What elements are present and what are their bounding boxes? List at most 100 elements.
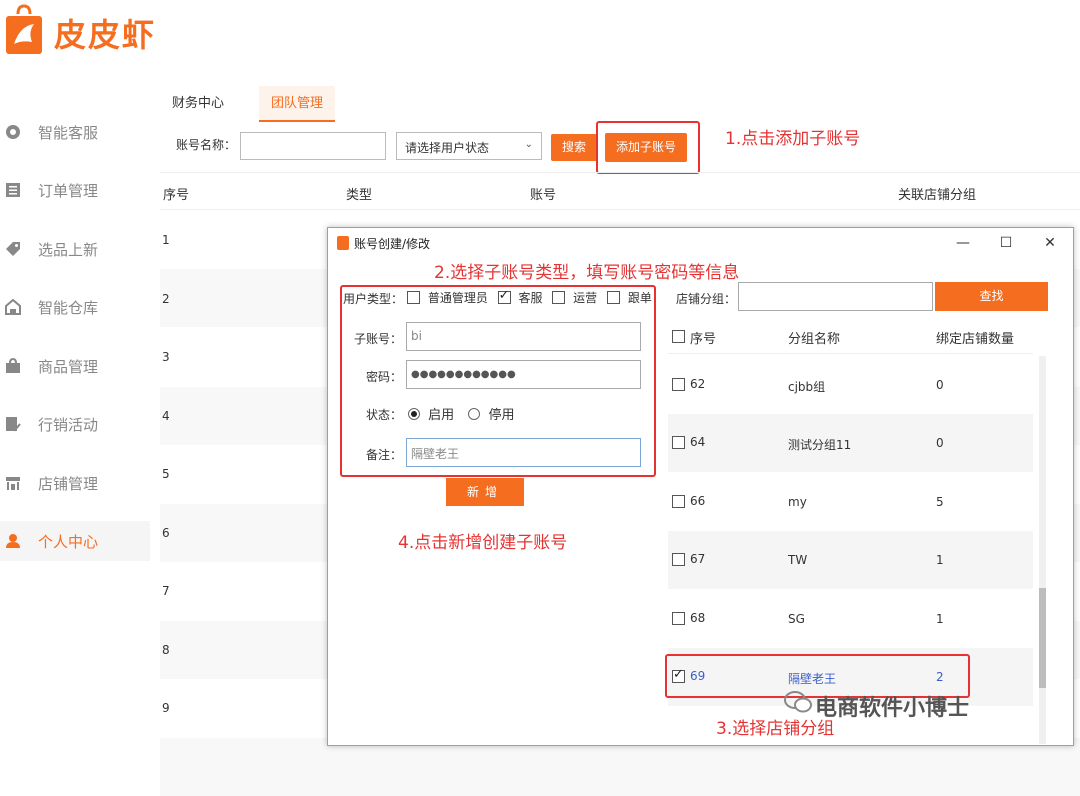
user-type-label: 用户类型： xyxy=(343,292,404,306)
user-status-select-text: 请选择用户状态 xyxy=(405,141,490,155)
sidebar-item-products[interactable]: 商品管理 xyxy=(0,346,150,386)
annotation-step1: 1.点击添加子账号 xyxy=(725,129,861,149)
group-no: 67 xyxy=(690,552,706,566)
sidebar-item-marketing[interactable]: 行销活动 xyxy=(0,404,150,444)
close-button[interactable]: ✕ xyxy=(1030,230,1070,256)
sidebar-item-smart-service[interactable]: 智能客服 xyxy=(0,112,150,152)
account-name-label: 账号名称： xyxy=(176,138,237,152)
row-number: 2 xyxy=(162,292,170,306)
sidebar-item-orders[interactable]: 订单管理 xyxy=(0,170,150,210)
chevron-down-icon: ⌄ xyxy=(524,139,533,150)
checkbox-follow[interactable] xyxy=(607,291,621,304)
add-sub-account-button[interactable]: 添加子账号 xyxy=(605,133,687,162)
group-checkbox[interactable] xyxy=(672,553,685,566)
bag-icon xyxy=(5,358,21,374)
tab-bar: 财务中心 团队管理 xyxy=(160,86,1080,124)
group-row[interactable]: 68 SG 1 xyxy=(668,590,1033,648)
row-number: 5 xyxy=(162,467,170,481)
group-no: 62 xyxy=(690,377,706,391)
checkbox-admin[interactable] xyxy=(407,291,420,304)
group-count: 0 xyxy=(936,378,944,392)
sidebar-item-label: 店铺管理 xyxy=(38,474,99,493)
col-type: 类型 xyxy=(346,188,373,203)
account-name-input[interactable] xyxy=(240,132,386,160)
checkbox-operation[interactable] xyxy=(552,291,566,304)
col-account: 账号 xyxy=(530,188,557,203)
note-label: 备注： xyxy=(365,448,402,462)
group-no: 64 xyxy=(690,435,706,449)
status-options: 启用 停用 xyxy=(408,404,514,423)
sidebar-item-label: 个人中心 xyxy=(38,532,99,551)
note-input[interactable]: 隔壁老王 xyxy=(406,438,641,467)
group-name: SG xyxy=(788,612,805,626)
radio-disabled[interactable] xyxy=(468,408,481,420)
logo-icon xyxy=(6,4,42,54)
password-label: 密码： xyxy=(365,370,402,384)
tab-team[interactable]: 团队管理 xyxy=(259,86,336,122)
group-count: 5 xyxy=(936,495,944,509)
group-col-no: 序号 xyxy=(690,332,717,347)
watermark-text: 电商软件小博士 xyxy=(815,696,970,721)
group-count: 1 xyxy=(936,612,944,626)
row-number: 7 xyxy=(162,584,170,598)
status-enabled-label: 启用 xyxy=(428,408,455,423)
sub-account-input[interactable]: bi xyxy=(406,322,641,351)
minimize-button[interactable]: — xyxy=(943,230,983,256)
maximize-button[interactable]: ☐ xyxy=(986,230,1026,256)
store-icon xyxy=(5,475,21,491)
col-group: 关联店铺分组 xyxy=(898,188,977,203)
user-status-select[interactable]: 请选择用户状态 ⌄ xyxy=(396,132,542,160)
group-row[interactable]: 64 测试分组11 0 xyxy=(668,414,1033,472)
app-icon xyxy=(337,236,349,250)
table-row xyxy=(160,738,1080,796)
user-icon xyxy=(5,533,21,549)
group-row[interactable]: 62 cjbb组 0 xyxy=(668,356,1033,414)
search-button[interactable]: 搜索 xyxy=(551,134,597,161)
group-col-count: 绑定店铺数量 xyxy=(936,332,1015,347)
row-number: 4 xyxy=(162,409,170,423)
wechat-icon xyxy=(784,690,812,718)
scrollbar-thumb[interactable] xyxy=(1039,588,1046,688)
sidebar-item-warehouse[interactable]: 智能仓库 xyxy=(0,287,150,327)
group-checkbox[interactable] xyxy=(672,495,685,508)
group-checkbox[interactable] xyxy=(672,378,685,391)
checkbox-service[interactable] xyxy=(497,288,511,304)
group-search-input[interactable] xyxy=(738,282,933,311)
dialog-title: 账号创建/修改 xyxy=(354,237,431,251)
radio-enabled[interactable] xyxy=(408,408,420,420)
user-type-operation-label: 运营 xyxy=(573,291,598,305)
password-input[interactable]: ●●●●●●●●●●●● xyxy=(406,360,641,389)
sidebar-item-stores[interactable]: 店铺管理 xyxy=(0,463,150,503)
brand-name: 皮皮虾 xyxy=(54,16,157,54)
group-row[interactable]: 66 my 5 xyxy=(668,473,1033,531)
checkbox-select-all[interactable] xyxy=(672,330,685,343)
sidebar-item-label: 订单管理 xyxy=(38,181,99,200)
group-name: my xyxy=(788,495,807,509)
sidebar-item-label: 行销活动 xyxy=(38,415,99,434)
group-row[interactable]: 67 TW 1 xyxy=(668,531,1033,589)
user-type-service-label: 客服 xyxy=(518,291,543,305)
group-table-header: 序号 分组名称 绑定店铺数量 xyxy=(668,318,1033,354)
user-type-options: 普通管理员 客服 运营 跟单 xyxy=(407,288,652,306)
tab-finance[interactable]: 财务中心 xyxy=(160,86,236,122)
new-button[interactable]: 新增 xyxy=(446,478,524,506)
status-label: 状态： xyxy=(365,408,402,422)
find-button[interactable]: 查找 xyxy=(935,282,1048,311)
campaign-icon xyxy=(5,416,21,432)
sidebar-item-product-selection[interactable]: 选品上新 xyxy=(0,229,150,269)
group-checkbox[interactable] xyxy=(672,612,685,625)
sidebar-item-label: 选品上新 xyxy=(38,240,99,259)
sidebar-item-label: 商品管理 xyxy=(38,357,99,376)
group-checkbox[interactable] xyxy=(672,436,685,449)
group-col-name: 分组名称 xyxy=(788,332,841,347)
sub-account-label: 子账号： xyxy=(353,332,402,346)
account-dialog: 账号创建/修改 — ☐ ✕ 2.选择子账号类型，填写账号密码等信息 用户类型： … xyxy=(327,227,1074,746)
user-type-follow-label: 跟单 xyxy=(627,291,652,305)
chat-icon xyxy=(5,124,21,140)
group-name: TW xyxy=(788,553,808,567)
sidebar-item-personal-center[interactable]: 个人中心 xyxy=(0,521,150,561)
row-number: 6 xyxy=(162,526,170,540)
group-no: 68 xyxy=(690,611,706,625)
table-header: 序号 类型 账号 关联店铺分组 xyxy=(160,172,1080,210)
group-count: 1 xyxy=(936,553,944,567)
